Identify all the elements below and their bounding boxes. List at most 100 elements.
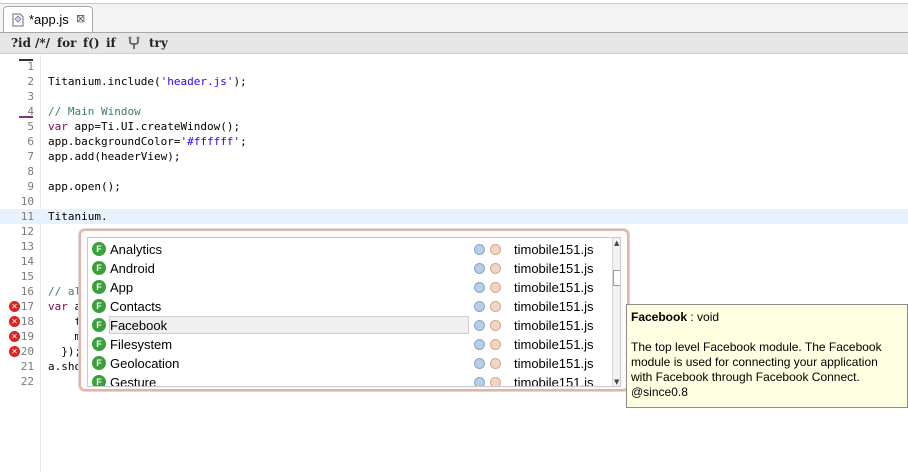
line-number: 7: [27, 150, 34, 163]
scroll-up-icon[interactable]: ▲: [614, 239, 619, 247]
line-number: 5: [27, 120, 34, 133]
doc-line: @since0.8: [631, 385, 688, 399]
code-text: app.add(headerView);: [48, 150, 181, 163]
code-text: var a: [48, 300, 82, 313]
error-icon[interactable]: ✕: [9, 301, 20, 312]
code-line[interactable]: 6 app.backgroundColor='#ffffff';: [0, 134, 908, 149]
line-number: 8: [27, 165, 34, 178]
line-number: 3: [27, 90, 34, 103]
code-line[interactable]: 1: [0, 59, 908, 74]
code-text: // al: [48, 285, 82, 298]
doc-name: Facebook: [631, 310, 688, 324]
doc-title: Facebook : void: [631, 310, 719, 324]
platform-icon: [490, 301, 501, 312]
autocomplete-item[interactable]: F Facebook timobile151.js: [88, 316, 608, 335]
scrollbar-thumb[interactable]: [613, 270, 620, 286]
code-line[interactable]: 9 app.open();: [0, 179, 908, 194]
line-number: 2: [27, 75, 34, 88]
tab-label: *app.js: [29, 12, 69, 27]
item-name: Android: [110, 261, 155, 276]
line-number: 6: [27, 135, 34, 148]
doc-line: with Facebook through Facebook Connect.: [631, 370, 860, 384]
item-source-file: timobile151.js: [514, 280, 594, 295]
error-icon[interactable]: ✕: [9, 331, 20, 342]
item-highlight: [109, 278, 469, 296]
autocomplete-item[interactable]: F Android timobile151.js: [88, 259, 608, 278]
autocomplete-scrollbar[interactable]: ▲ ▼: [612, 238, 620, 386]
browser-icon: [474, 263, 485, 274]
code-text: Titanium.include('header.js');: [48, 75, 247, 88]
item-name: Gesture: [110, 375, 157, 387]
autocomplete-item[interactable]: F Filesystem timobile151.js: [88, 335, 608, 354]
item-name: Filesystem: [110, 337, 173, 352]
close-icon[interactable]: ⊠: [76, 13, 85, 25]
platform-icon: [490, 282, 501, 293]
field-icon: F: [92, 375, 106, 386]
autocomplete-popup: F Gesture timobile151.js F Geolocation timobi…: [79, 229, 629, 391]
line-number: 15: [20, 270, 34, 283]
line-number: 11: [20, 210, 34, 223]
insert-for-button[interactable]: for: [57, 36, 77, 50]
autocomplete-item[interactable]: F Geolocation timobile151.js: [88, 354, 608, 373]
code-text: var app=Ti.UI.createWindow();: [48, 120, 241, 133]
toggle-comment-button[interactable]: /*/: [35, 36, 50, 50]
line-number: 4: [27, 105, 34, 118]
line-number: 12: [20, 225, 34, 238]
fork-icon[interactable]: [127, 36, 141, 50]
code-line[interactable]: 7 app.add(headerView);: [0, 149, 908, 164]
tab-strip-top-border: [0, 0, 908, 4]
platform-icon: [490, 358, 501, 369]
item-name: Contacts: [110, 299, 162, 314]
field-icon: F: [92, 337, 106, 351]
code-line[interactable]: 4 // Main Window: [0, 104, 908, 119]
item-name: App: [110, 280, 134, 295]
autocomplete-item[interactable]: F Analytics timobile151.js: [88, 240, 608, 259]
code-text: t: [48, 315, 82, 328]
code-line[interactable]: 10: [0, 194, 908, 209]
line-number: 9: [27, 180, 34, 193]
autocomplete-list: F Gesture timobile151.js F Geolocation timobi…: [87, 237, 621, 387]
platform-icon: [490, 263, 501, 274]
code-line[interactable]: 3: [0, 89, 908, 104]
error-icon[interactable]: ✕: [9, 316, 20, 327]
code-text: a.sho: [48, 360, 82, 373]
item-source-file: timobile151.js: [514, 261, 594, 276]
insert-try-button[interactable]: try: [149, 36, 168, 50]
line-number: 22: [20, 375, 34, 388]
tab-app-js[interactable]: *app.js ⊠: [3, 6, 93, 33]
code-line[interactable]: 8: [0, 164, 908, 179]
platform-icon: [490, 244, 501, 255]
line-number: 10: [20, 195, 34, 208]
code-text: });: [48, 345, 82, 358]
error-icon[interactable]: ✕: [9, 346, 20, 357]
autocomplete-item[interactable]: F App timobile151.js: [88, 278, 608, 297]
line-number: 16: [20, 285, 34, 298]
browser-icon: [474, 244, 485, 255]
documentation-tooltip: Facebook : void The top level Facebook m…: [626, 304, 908, 408]
browser-icon: [474, 320, 485, 331]
snippet-toolbar: ?id /*/ for f() if try: [0, 33, 908, 54]
browser-icon: [474, 301, 485, 312]
line-number: 21: [20, 360, 34, 373]
item-name: Facebook: [110, 318, 168, 333]
line-number: 14: [20, 255, 34, 268]
platform-icon: [490, 339, 501, 350]
editor-tab-strip: *app.js ⊠: [0, 0, 908, 33]
code-line[interactable]: 2 Titanium.include('header.js');: [0, 74, 908, 89]
field-icon: F: [92, 299, 106, 313]
code-text: m: [48, 330, 82, 343]
autocomplete-item[interactable]: F Gesture timobile151.js: [88, 373, 608, 387]
item-source-file: timobile151.js: [514, 299, 594, 314]
scroll-down-icon[interactable]: ▼: [614, 378, 619, 386]
field-icon: F: [92, 318, 106, 332]
insert-if-button[interactable]: if: [106, 36, 116, 50]
doc-line: module is used for connecting your appli…: [631, 355, 878, 369]
platform-icon: [490, 377, 501, 386]
code-line[interactable]: 11 Titanium.: [0, 209, 908, 224]
insert-function-button[interactable]: f(): [83, 36, 100, 50]
insert-id-button[interactable]: ?id: [11, 36, 31, 50]
code-line[interactable]: 5 var app=Ti.UI.createWindow();: [0, 119, 908, 134]
code-text: Titanium.: [48, 210, 108, 223]
autocomplete-item[interactable]: F Contacts timobile151.js: [88, 297, 608, 316]
platform-icon: [490, 320, 501, 331]
